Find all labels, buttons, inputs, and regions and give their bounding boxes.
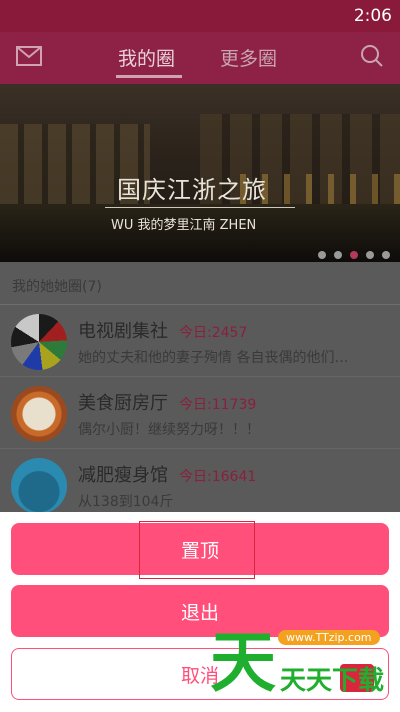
tab-more-circles[interactable]: 更多圈: [220, 44, 277, 71]
carousel-dot-active[interactable]: [350, 251, 358, 259]
tab-underline: [116, 75, 182, 78]
banner-subtitle: WU 我的梦里江南 ZHEN: [111, 218, 257, 233]
highlight-box: [139, 521, 255, 579]
carousel-dot[interactable]: [382, 251, 390, 259]
watermark-text: 天天下载: [280, 666, 385, 696]
list-item[interactable]: 美食厨房厅 今日:11739 偶尔小厨！继续努力呀！！！: [0, 377, 400, 449]
circle-description: 偶尔小厨！继续努力呀！！！: [78, 422, 260, 438]
banner-caption: 国庆江浙之旅 WU 我的梦里江南 ZHEN: [105, 170, 295, 233]
section-title: 我的她她圈(7): [12, 279, 102, 295]
banner-title: 国庆江浙之旅: [117, 176, 267, 204]
tab-my-circles[interactable]: 我的圈: [118, 44, 175, 71]
list-item[interactable]: 减肥瘦身馆 今日:16641 从138到104斤: [0, 449, 400, 521]
circle-name: 减肥瘦身馆: [78, 465, 168, 486]
app-header: 我的圈 更多圈: [0, 32, 400, 84]
circle-today-count: 今日:11739: [179, 397, 257, 413]
circle-name: 美食厨房厅: [78, 393, 168, 414]
mail-icon[interactable]: [16, 46, 42, 66]
banner-carousel[interactable]: 国庆江浙之旅 WU 我的梦里江南 ZHEN: [0, 84, 400, 262]
watermark-big-char: 天: [210, 624, 276, 701]
carousel-indicator: [310, 244, 390, 259]
carousel-dot[interactable]: [334, 251, 342, 259]
watermark-url: www.TTzip.com: [278, 630, 380, 645]
avatar: [11, 386, 67, 442]
circle-today-count: 今日:2457: [179, 325, 248, 341]
circle-today-count: 今日:16641: [179, 469, 257, 485]
circle-name: 电视剧集社: [78, 321, 168, 342]
carousel-dot[interactable]: [366, 251, 374, 259]
status-time: 2:06: [353, 6, 392, 26]
search-icon[interactable]: [360, 44, 384, 68]
carousel-dot[interactable]: [318, 251, 326, 259]
circle-description: 她的丈夫和他的妻子殉情 各自丧偶的他们…: [78, 350, 349, 366]
circle-list: 电视剧集社 今日:2457 她的丈夫和他的妻子殉情 各自丧偶的他们… 美食厨房厅…: [0, 305, 400, 521]
avatar: [11, 458, 67, 514]
circle-description: 从138到104斤: [78, 494, 174, 510]
list-item[interactable]: 电视剧集社 今日:2457 她的丈夫和他的妻子殉情 各自丧偶的他们…: [0, 305, 400, 377]
avatar: [11, 314, 67, 370]
status-bar: 2:06: [0, 0, 400, 32]
watermark-logo: 天 www.TTzip.com 天天下载: [210, 620, 390, 706]
